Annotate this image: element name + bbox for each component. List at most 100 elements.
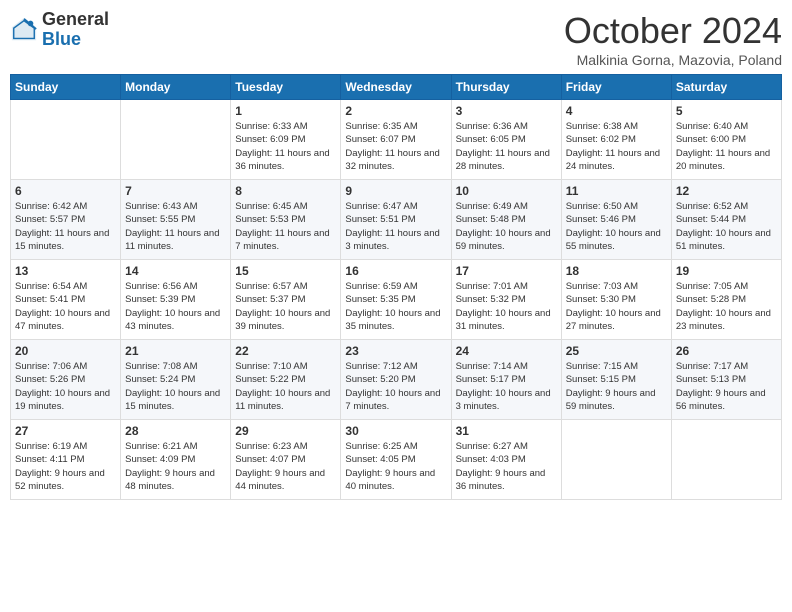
day-info: Sunrise: 6:54 AM Sunset: 5:41 PM Dayligh… [15,280,116,333]
location: Malkinia Gorna, Mazovia, Poland [564,52,782,68]
calendar-day-cell: 6 Sunrise: 6:42 AM Sunset: 5:57 PM Daylig… [11,180,121,260]
logo-blue-text: Blue [42,30,109,50]
day-number: 19 [676,264,777,278]
day-info: Sunrise: 7:17 AM Sunset: 5:13 PM Dayligh… [676,360,777,413]
calendar-day-cell: 14Sunrise: 6:56 AM Sunset: 5:39 PM Dayli… [121,260,231,340]
day-of-week-header: Thursday [451,75,561,100]
calendar-week-row: 6 Sunrise: 6:42 AM Sunset: 5:57 PM Daylig… [11,180,782,260]
day-number: 1 [235,104,336,118]
day-number: 20 [15,344,116,358]
calendar-week-row: 27 Sunrise: 6:19 AM Sunset: 4:11 PM Dayli… [11,420,782,500]
day-of-week-header: Friday [561,75,671,100]
calendar-day-cell: 29 Sunrise: 6:23 AM Sunset: 4:07 PM Dayli… [231,420,341,500]
day-number: 13 [15,264,116,278]
day-number: 29 [235,424,336,438]
calendar-week-row: 1 Sunrise: 6:33 AM Sunset: 6:09 PM Daylig… [11,100,782,180]
day-info: Sunrise: 7:14 AM Sunset: 5:17 PM Dayligh… [456,360,557,413]
day-info: Sunrise: 7:06 AM Sunset: 5:26 PM Dayligh… [15,360,116,413]
calendar-day-cell: 22 Sunrise: 7:10 AM Sunset: 5:22 PM Dayli… [231,340,341,420]
calendar-day-cell: 30Sunrise: 6:25 AM Sunset: 4:05 PM Dayli… [341,420,451,500]
page-header: General Blue October 2024 Malkinia Gorna… [10,10,782,68]
day-number: 30 [345,424,446,438]
header-row: SundayMondayTuesdayWednesdayThursdayFrid… [11,75,782,100]
day-number: 21 [125,344,226,358]
calendar-day-cell: 5 Sunrise: 6:40 AM Sunset: 6:00 PM Daylig… [671,100,781,180]
logo-text: General Blue [42,10,109,50]
day-number: 23 [345,344,446,358]
calendar-day-cell: 7 Sunrise: 6:43 AM Sunset: 5:55 PM Daylig… [121,180,231,260]
day-info: Sunrise: 6:33 AM Sunset: 6:09 PM Dayligh… [235,120,336,173]
calendar-day-cell: 4 Sunrise: 6:38 AM Sunset: 6:02 PM Daylig… [561,100,671,180]
calendar-day-cell: 13 Sunrise: 6:54 AM Sunset: 5:41 PM Dayli… [11,260,121,340]
calendar-day-cell: 28 Sunrise: 6:21 AM Sunset: 4:09 PM Dayli… [121,420,231,500]
day-info: Sunrise: 7:03 AM Sunset: 5:30 PM Dayligh… [566,280,667,333]
calendar-day-cell: 27 Sunrise: 6:19 AM Sunset: 4:11 PM Dayli… [11,420,121,500]
calendar-day-cell [11,100,121,180]
calendar-day-cell [671,420,781,500]
calendar-week-row: 13 Sunrise: 6:54 AM Sunset: 5:41 PM Dayli… [11,260,782,340]
day-number: 17 [456,264,557,278]
day-number: 7 [125,184,226,198]
day-info: Sunrise: 6:19 AM Sunset: 4:11 PM Dayligh… [15,440,116,493]
day-of-week-header: Monday [121,75,231,100]
day-of-week-header: Sunday [11,75,121,100]
day-info: Sunrise: 6:45 AM Sunset: 5:53 PM Dayligh… [235,200,336,253]
day-info: Sunrise: 6:42 AM Sunset: 5:57 PM Dayligh… [15,200,116,253]
day-info: Sunrise: 6:40 AM Sunset: 6:00 PM Dayligh… [676,120,777,173]
day-number: 14 [125,264,226,278]
calendar-day-cell: 19Sunrise: 7:05 AM Sunset: 5:28 PM Dayli… [671,260,781,340]
day-of-week-header: Wednesday [341,75,451,100]
calendar-day-cell: 25Sunrise: 7:15 AM Sunset: 5:15 PM Dayli… [561,340,671,420]
day-info: Sunrise: 6:47 AM Sunset: 5:51 PM Dayligh… [345,200,446,253]
day-info: Sunrise: 6:38 AM Sunset: 6:02 PM Dayligh… [566,120,667,173]
day-info: Sunrise: 6:23 AM Sunset: 4:07 PM Dayligh… [235,440,336,493]
day-info: Sunrise: 7:15 AM Sunset: 5:15 PM Dayligh… [566,360,667,413]
calendar-day-cell: 26 Sunrise: 7:17 AM Sunset: 5:13 PM Dayli… [671,340,781,420]
day-number: 24 [456,344,557,358]
day-info: Sunrise: 6:27 AM Sunset: 4:03 PM Dayligh… [456,440,557,493]
calendar-day-cell: 2Sunrise: 6:35 AM Sunset: 6:07 PM Daylig… [341,100,451,180]
day-info: Sunrise: 6:57 AM Sunset: 5:37 PM Dayligh… [235,280,336,333]
day-number: 27 [15,424,116,438]
calendar-day-cell: 31 Sunrise: 6:27 AM Sunset: 4:03 PM Dayli… [451,420,561,500]
day-number: 4 [566,104,667,118]
calendar-day-cell: 3Sunrise: 6:36 AM Sunset: 6:05 PM Daylig… [451,100,561,180]
day-of-week-header: Tuesday [231,75,341,100]
day-number: 16 [345,264,446,278]
day-info: Sunrise: 7:10 AM Sunset: 5:22 PM Dayligh… [235,360,336,413]
day-info: Sunrise: 6:36 AM Sunset: 6:05 PM Dayligh… [456,120,557,173]
day-number: 28 [125,424,226,438]
day-info: Sunrise: 7:08 AM Sunset: 5:24 PM Dayligh… [125,360,226,413]
day-number: 26 [676,344,777,358]
day-number: 8 [235,184,336,198]
day-number: 6 [15,184,116,198]
calendar-week-row: 20 Sunrise: 7:06 AM Sunset: 5:26 PM Dayli… [11,340,782,420]
calendar-day-cell [561,420,671,500]
day-info: Sunrise: 6:49 AM Sunset: 5:48 PM Dayligh… [456,200,557,253]
day-info: Sunrise: 6:21 AM Sunset: 4:09 PM Dayligh… [125,440,226,493]
day-number: 31 [456,424,557,438]
calendar-day-cell: 10 Sunrise: 6:49 AM Sunset: 5:48 PM Dayli… [451,180,561,260]
day-number: 2 [345,104,446,118]
calendar-day-cell: 17Sunrise: 7:01 AM Sunset: 5:32 PM Dayli… [451,260,561,340]
calendar-day-cell: 12Sunrise: 6:52 AM Sunset: 5:44 PM Dayli… [671,180,781,260]
day-number: 12 [676,184,777,198]
day-number: 5 [676,104,777,118]
logo: General Blue [10,10,109,50]
calendar-header: SundayMondayTuesdayWednesdayThursdayFrid… [11,75,782,100]
calendar-table: SundayMondayTuesdayWednesdayThursdayFrid… [10,74,782,500]
day-info: Sunrise: 6:43 AM Sunset: 5:55 PM Dayligh… [125,200,226,253]
calendar-day-cell: 15 Sunrise: 6:57 AM Sunset: 5:37 PM Dayli… [231,260,341,340]
logo-icon [10,16,38,44]
day-number: 10 [456,184,557,198]
calendar-day-cell: 11Sunrise: 6:50 AM Sunset: 5:46 PM Dayli… [561,180,671,260]
day-number: 22 [235,344,336,358]
calendar-day-cell: 9 Sunrise: 6:47 AM Sunset: 5:51 PM Daylig… [341,180,451,260]
day-of-week-header: Saturday [671,75,781,100]
title-block: October 2024 Malkinia Gorna, Mazovia, Po… [564,10,782,68]
day-info: Sunrise: 6:50 AM Sunset: 5:46 PM Dayligh… [566,200,667,253]
day-number: 9 [345,184,446,198]
calendar-day-cell: 16Sunrise: 6:59 AM Sunset: 5:35 PM Dayli… [341,260,451,340]
day-info: Sunrise: 7:12 AM Sunset: 5:20 PM Dayligh… [345,360,446,413]
day-number: 15 [235,264,336,278]
